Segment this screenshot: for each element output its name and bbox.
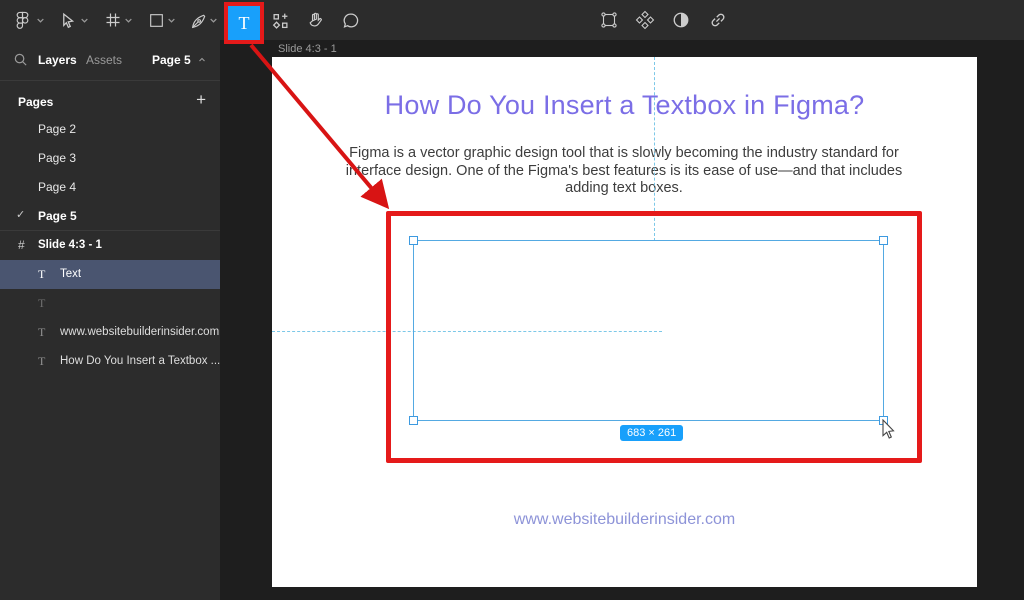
slide-title: How Do You Insert a Textbox in Figma?	[272, 90, 977, 121]
left-sidebar: Layers Assets Page 5 Pages + Page 2 Page…	[0, 40, 220, 600]
paragraph-line: adding text boxes.	[334, 180, 914, 198]
mask-button[interactable]	[670, 0, 692, 40]
comment-tool-button[interactable]	[338, 0, 362, 40]
move-tool-button[interactable]	[56, 0, 78, 40]
shape-tool-button[interactable]	[145, 0, 167, 40]
frame-layer-icon: #	[18, 238, 25, 252]
layer-item-text-selected[interactable]: T Text	[0, 260, 220, 289]
frame-name-label[interactable]: Slide 4:3 - 1	[278, 43, 337, 55]
hand-tool-button[interactable]	[303, 0, 327, 40]
layer-item-text-title[interactable]: T How Do You Insert a Textbox ...	[0, 347, 220, 376]
text-layer-icon: T	[38, 354, 45, 369]
comment-bubble-icon	[342, 12, 359, 29]
page-label: Page 3	[38, 151, 76, 165]
divider	[0, 80, 220, 81]
text-layer-icon: T	[38, 267, 45, 282]
arrange-button[interactable]	[634, 0, 656, 40]
page-label: Page 2	[38, 122, 76, 136]
paragraph-line: Figma is a vector graphic design tool th…	[334, 145, 914, 163]
frame-tool-button[interactable]	[102, 0, 124, 40]
figma-menu-button[interactable]	[10, 0, 34, 40]
layer-item-text-url[interactable]: T www.websitebuilderinsider.com	[0, 318, 220, 347]
chevron-down-icon[interactable]	[36, 16, 45, 25]
add-page-button[interactable]: +	[196, 90, 206, 110]
slide-paragraph: Figma is a vector graphic design tool th…	[334, 145, 914, 198]
diamond-group-icon	[635, 10, 655, 30]
link-icon	[709, 11, 727, 29]
paragraph-line: interface design. One of the Figma's bes…	[334, 163, 914, 181]
page-label: Page 5	[38, 209, 77, 223]
figma-logo-icon	[13, 10, 32, 30]
chevron-down-icon[interactable]	[80, 16, 89, 25]
layer-item-frame[interactable]: # Slide 4:3 - 1	[0, 231, 220, 260]
canvas-viewport[interactable]: Slide 4:3 - 1 How Do You Insert a Textbo…	[220, 40, 1024, 600]
pen-icon	[190, 12, 207, 29]
link-button[interactable]	[707, 0, 729, 40]
slide-footer-url: www.websitebuilderinsider.com	[272, 511, 977, 529]
layer-label: www.websitebuilderinsider.com	[60, 326, 219, 338]
pages-section-header: Pages	[18, 95, 53, 109]
tab-layers[interactable]: Layers	[38, 53, 77, 67]
pen-tool-button[interactable]	[187, 0, 209, 40]
resources-icon	[272, 12, 289, 29]
layer-label: Slide 4:3 - 1	[38, 239, 102, 251]
resources-tool-button[interactable]	[268, 0, 292, 40]
page-item-page3[interactable]: Page 3	[0, 143, 220, 172]
text-tool-icon: T	[239, 13, 250, 34]
mask-contrast-icon	[672, 11, 690, 29]
page-item-page5-current[interactable]: ✓ Page 5	[0, 201, 220, 230]
chevron-down-icon[interactable]	[124, 16, 133, 25]
page-selector-dropdown[interactable]: Page 5	[152, 53, 206, 67]
page-item-page2[interactable]: Page 2	[0, 114, 220, 143]
mouse-cursor-icon	[882, 419, 900, 439]
rectangle-icon	[149, 13, 164, 28]
layer-label: How Do You Insert a Textbox ...	[60, 355, 220, 367]
search-icon[interactable]	[13, 52, 28, 67]
chevron-down-icon[interactable]	[209, 16, 218, 25]
layer-label: Text	[60, 268, 81, 280]
move-cursor-icon	[59, 12, 76, 29]
page-selector-label: Page 5	[152, 53, 191, 67]
edit-object-button[interactable]	[598, 0, 620, 40]
text-layer-icon: T	[38, 325, 45, 340]
size-badge: 683 × 261	[620, 425, 683, 441]
layer-item-text-empty[interactable]: T	[0, 289, 220, 318]
tab-assets[interactable]: Assets	[86, 53, 122, 67]
frame-icon	[105, 12, 121, 28]
toolbar	[0, 0, 1024, 40]
text-layer-icon: T	[38, 296, 45, 311]
check-icon: ✓	[16, 208, 25, 221]
chevron-down-icon[interactable]	[167, 16, 176, 25]
text-tool-button-active[interactable]: T	[224, 2, 264, 44]
edit-object-icon	[600, 11, 618, 29]
page-item-page4[interactable]: Page 4	[0, 172, 220, 201]
page-label: Page 4	[38, 180, 76, 194]
figma-app: T Layers Assets Page 5 Pages + Page 2 Pa…	[0, 0, 1024, 600]
hand-icon	[307, 11, 324, 29]
chevron-up-icon	[198, 56, 206, 64]
